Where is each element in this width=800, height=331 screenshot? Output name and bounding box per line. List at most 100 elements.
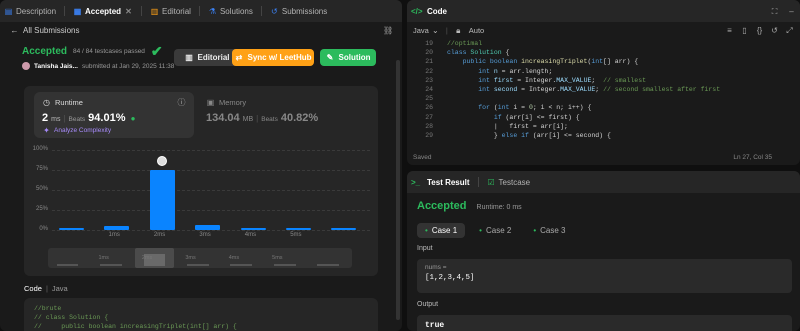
code-preview: //brute // class Solution { // public bo… — [24, 298, 378, 331]
tab-testcase[interactable]: ☑ Testcase — [487, 178, 530, 187]
x-tick-label: 4ms — [244, 232, 257, 238]
link-icon[interactable]: ⛓ — [383, 26, 393, 35]
runtime-header: ◷ Runtime — [43, 98, 83, 107]
bookmark-icon[interactable]: ▯ — [740, 26, 749, 35]
gridline — [52, 190, 370, 191]
info-icon[interactable]: ⓘ — [177, 98, 186, 107]
plot-area — [52, 150, 370, 231]
expand-icon[interactable]: ⤢ — [785, 26, 794, 35]
code-content: //optimal class Solution { public boolea… — [447, 39, 720, 140]
highlighted-bar[interactable] — [149, 170, 175, 230]
code-editor[interactable]: 19 20 21 22 23 24 25 26 27 28 29 //optimal class S… — [407, 39, 800, 149]
case-1-tab[interactable]: • Case 1 — [417, 223, 466, 238]
y-tick-label: 0% — [39, 226, 48, 232]
minimap-label: 2ms — [141, 255, 153, 261]
gridline — [52, 230, 370, 231]
case-2-tab[interactable]: • Case 2 — [471, 223, 519, 238]
tab-divider — [141, 6, 143, 16]
user-row: Tanisha Jais... submitted at Jan 29, 202… — [22, 62, 174, 70]
runtime-values: 2 ms | Beats 94.01% ● — [42, 112, 137, 124]
stats-card: ◷ Runtime ⓘ 2 ms | Beats 94.01% ● ✦ Anal… — [24, 86, 378, 276]
edit-icon: ✎ — [326, 53, 334, 62]
output-box: true — [417, 315, 792, 331]
minimap-bar — [100, 264, 122, 266]
code-line: for (int i = 0; i < n; i++) { — [478, 104, 592, 112]
range-handle[interactable] — [134, 248, 174, 268]
y-tick-label: 100% — [32, 146, 48, 152]
back-link[interactable]: ← All Submissions — [10, 26, 80, 35]
minimap-bar — [186, 264, 209, 266]
tab-submissions[interactable]: ↺ Submissions — [270, 7, 327, 16]
code-line: int n = arr.length; — [478, 67, 553, 75]
tab-test-result[interactable]: >_ Test Result — [411, 178, 470, 187]
bar[interactable] — [58, 227, 84, 230]
code-tab[interactable]: </> Code — [411, 7, 447, 16]
x-tick-label: 1ms — [108, 232, 120, 238]
bar[interactable] — [240, 227, 266, 230]
code-header: Code | Java — [24, 284, 68, 293]
code-line: class Solution { — [447, 49, 510, 57]
tab-solutions[interactable]: ⚗ Solutions — [208, 7, 253, 16]
line-number: 28 — [425, 122, 433, 130]
book-icon: ▥ — [150, 6, 159, 16]
braces-icon[interactable]: {} — [755, 26, 764, 35]
minimap-bar — [273, 264, 296, 266]
code-line: | first = arr[i]; — [493, 122, 568, 130]
minimap-bar — [317, 264, 339, 266]
memory-header: ▣ Memory — [206, 98, 247, 107]
lock-icon: 🔒︎ — [456, 25, 461, 35]
tab-divider — [477, 177, 479, 187]
leaf-icon: ● — [130, 114, 136, 123]
editor-tabbar: </> Code ⛶ – — [407, 0, 800, 22]
reset-icon[interactable]: ↺ — [770, 26, 779, 35]
x-tick-label: 2ms — [153, 232, 166, 238]
minimap-bar — [56, 264, 79, 266]
line-number: 22 — [425, 67, 433, 75]
terminal-icon: >_ — [411, 177, 421, 187]
solution-button[interactable]: ✎ Solution — [320, 49, 376, 66]
y-tick-label: 50% — [35, 186, 48, 192]
line-number: 24 — [425, 85, 433, 93]
runtime-box[interactable]: ◷ Runtime ⓘ 2 ms | Beats 94.01% ● ✦ Anal… — [34, 92, 194, 138]
chart-range-selector[interactable]: 1ms 2ms 3ms 4ms 5ms — [48, 248, 352, 268]
status-row: Accepted 84 / 84 testcases passed ✔ — [22, 44, 163, 58]
memory-box[interactable]: ▣ Memory 134.04 MB | Beats 40.82% — [198, 92, 368, 138]
line-numbers: 19 20 21 22 23 24 25 26 27 28 29 — [413, 39, 433, 140]
minimap-label: 1ms — [98, 255, 109, 261]
output-label: Output — [417, 301, 439, 308]
analyze-complexity-link[interactable]: ✦ Analyze Complexity — [42, 126, 111, 135]
close-icon[interactable]: ✕ — [124, 7, 133, 16]
code-line: int first = Integer.MAX_VALUE; // smalle… — [478, 76, 647, 84]
tab-accepted[interactable]: ▦ Accepted ✕ — [73, 7, 133, 16]
tab-editorial[interactable]: ▥ Editorial — [150, 7, 191, 16]
scrollbar[interactable] — [396, 60, 400, 320]
input-label: Input — [417, 245, 433, 252]
editor-actions: ≡ ▯ {} ↺ ⤢ — [725, 26, 794, 35]
sync-leethub-button[interactable]: ⇄ Sync w/ LeetHub — [232, 49, 314, 66]
line-number: 27 — [425, 113, 433, 121]
language-select[interactable]: Java ⌄ — [413, 26, 440, 35]
line-number: 25 — [425, 95, 433, 103]
align-icon[interactable]: ≡ — [725, 26, 734, 35]
line-number: 23 — [425, 76, 433, 84]
gridline — [52, 170, 370, 171]
left-tabbar: ▤ Description ▦ Accepted ✕ ▥ Editorial ⚗… — [0, 0, 402, 22]
line-number: 29 — [425, 131, 433, 139]
minimize-icon[interactable]: – — [787, 7, 796, 16]
bar[interactable] — [104, 226, 130, 230]
case-3-tab[interactable]: • Case 3 — [525, 223, 573, 238]
avatar[interactable] — [22, 62, 30, 70]
minimap-label: 4ms — [228, 255, 240, 261]
tab-description[interactable]: ▤ Description — [4, 7, 56, 16]
bar[interactable] — [195, 225, 221, 230]
bar[interactable] — [285, 227, 311, 230]
result-tabbar: >_ Test Result ☑ Testcase — [407, 171, 800, 193]
maximize-icon[interactable]: ⛶ — [770, 7, 779, 16]
bar[interactable] — [331, 228, 357, 230]
code-line: if (arr[i] <= first) { — [493, 113, 580, 121]
gridline — [52, 210, 370, 211]
editorial-button[interactable]: ▥ Editorial — [174, 49, 240, 66]
result-status: Accepted Runtime: 0 ms — [417, 200, 522, 212]
code-editor-panel: </> Code ⛶ – Java ⌄ | 🔒︎ Auto ≡ ▯ {} ↺ ⤢… — [407, 0, 800, 165]
